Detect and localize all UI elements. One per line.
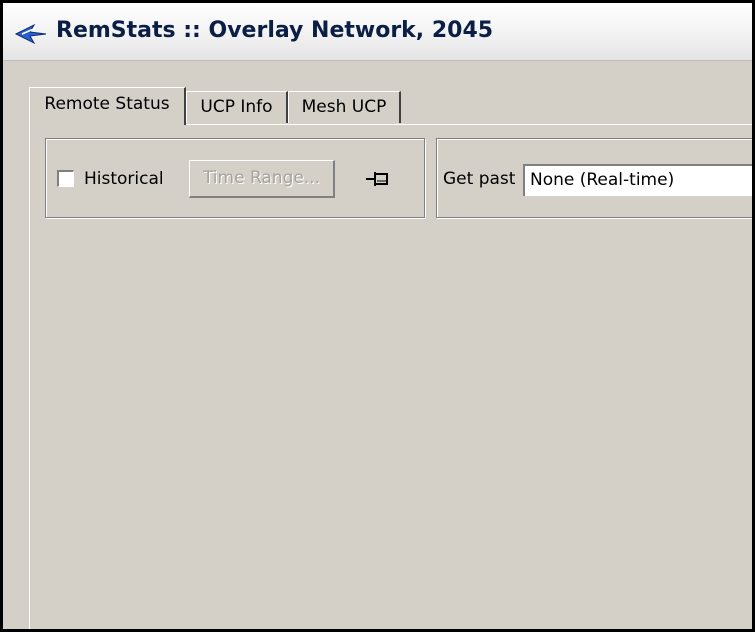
get-past-group: Get past None (Real-time) <box>436 138 752 218</box>
pin-icon[interactable] <box>365 170 391 188</box>
tab-ucp-info[interactable]: UCP Info <box>186 91 288 123</box>
get-past-value: None (Real-time) <box>530 170 675 190</box>
tab-label: UCP Info <box>200 97 273 117</box>
historical-group: Historical Time Range... <box>45 138 425 218</box>
window-title: RemStats :: Overlay Network, 2045 <box>56 18 494 43</box>
time-range-button[interactable]: Time Range... <box>189 160 335 198</box>
time-range-label: Time Range... <box>202 168 321 188</box>
get-past-select[interactable]: None (Real-time) <box>523 164 752 196</box>
tab-remote-status[interactable]: Remote Status <box>29 87 186 125</box>
tab-mesh-ucp[interactable]: Mesh UCP <box>288 91 401 123</box>
title-bar[interactable]: RemStats :: Overlay Network, 2045 <box>3 3 752 61</box>
historical-checkbox[interactable] <box>57 170 74 187</box>
client-area: Remote Status UCP Info Mesh UCP Historic… <box>3 61 752 629</box>
app-window: RemStats :: Overlay Network, 2045 Remote… <box>0 0 755 632</box>
remote-status-panel: Historical Time Range... Get past None ( <box>29 124 752 629</box>
satellite-dish-icon <box>14 23 47 45</box>
historical-label[interactable]: Historical <box>84 169 164 189</box>
tab-label: Remote Status <box>44 94 170 114</box>
tab-label: Mesh UCP <box>301 97 387 117</box>
get-past-label: Get past <box>443 169 516 189</box>
